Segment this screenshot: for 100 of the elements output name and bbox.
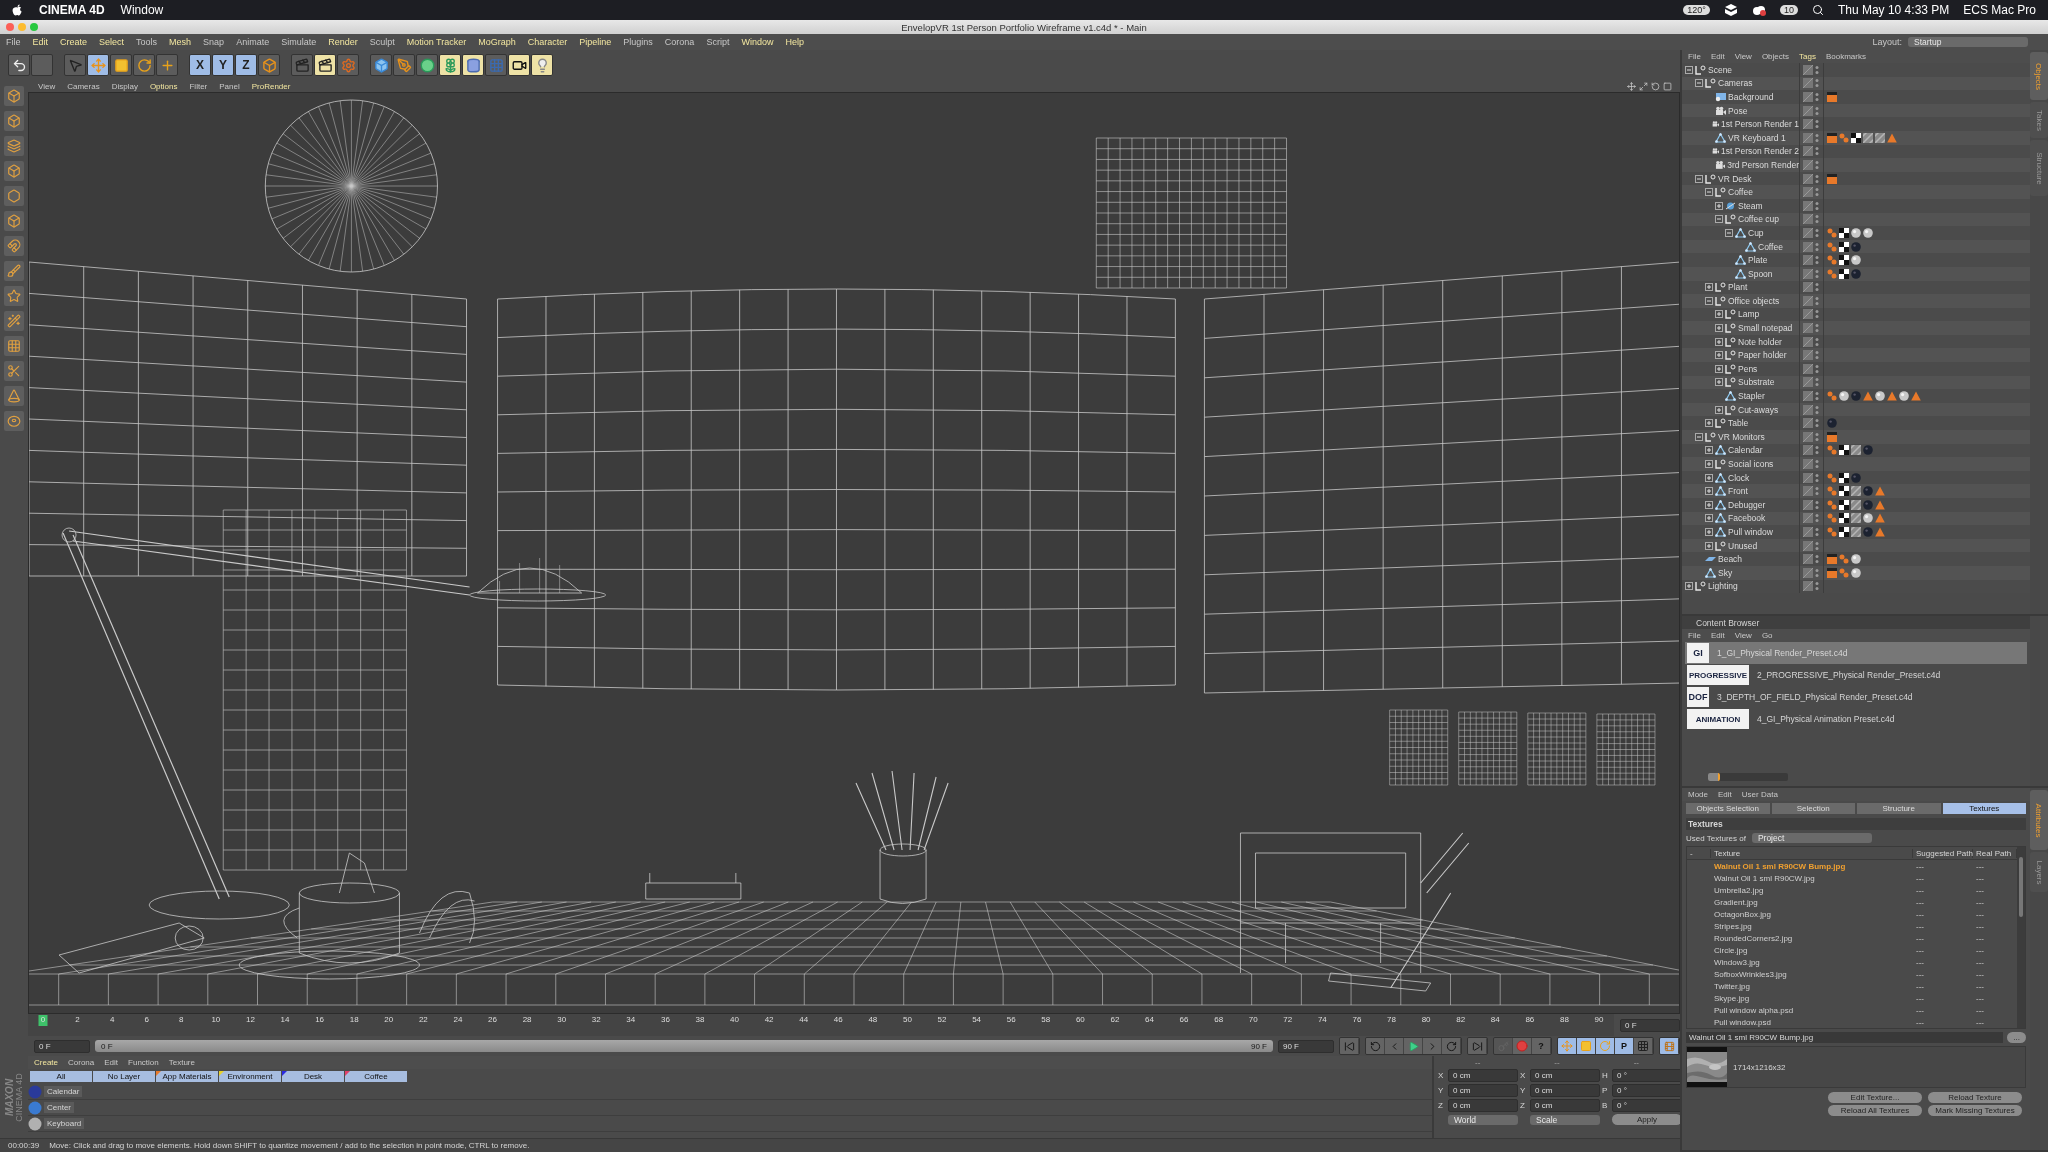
visibility-dots-icon[interactable] [1815,241,1819,252]
cube-tool[interactable] [4,211,24,231]
apply-button[interactable]: Apply [1612,1114,1682,1125]
attribute-tab[interactable]: Selection [1771,803,1855,814]
visibility-dots-icon[interactable] [1815,499,1819,510]
object-name[interactable]: Lighting [1708,581,1738,592]
scissors-tool[interactable] [4,361,24,381]
object-name[interactable]: Coffee [1758,241,1783,252]
material-swatch[interactable] [28,1084,42,1099]
layer-icon[interactable] [1803,241,1813,252]
object-name[interactable]: Table [1728,418,1749,429]
visibility-dots-icon[interactable] [1815,336,1819,347]
collapse-icon[interactable] [1725,228,1733,237]
layer-icon[interactable] [1803,227,1813,238]
object-name[interactable]: Substrate [1738,377,1775,388]
space-dropdown[interactable]: World [1448,1114,1518,1125]
layers-tool[interactable] [4,136,24,156]
texture-button[interactable]: Mark Missing Textures [1928,1105,2022,1116]
file-path-field[interactable]: Walnut Oil 1 sml R90CW Bump.jpg [1686,1032,2004,1043]
menu-item[interactable]: View [38,81,56,91]
timeline-ruler[interactable]: 0 2 4 6 8 10 12 14 16 18 20 22 24 26 28 30 32 34 36 38 40 42 44 46 48 50 52 54 56 58 60 62 64 66 68 70 72 74 76 78 80 82 84 86 88 90 [28,1014,1614,1036]
apple-logo-icon[interactable] [12,3,23,17]
search-icon[interactable] [1811,4,1824,16]
layer-filter-tab[interactable]: Coffee [345,1071,407,1082]
scale-mode-button[interactable] [1577,1038,1596,1054]
layer-icon[interactable] [1803,173,1813,184]
layer-filter-tab[interactable]: Desk [282,1071,344,1082]
object-name[interactable]: VR Desk [1718,173,1752,184]
side-tab[interactable]: Attributes [2030,790,2048,850]
texture-name[interactable]: SofboxWrinkles3.jpg [1711,969,1913,979]
expand-icon[interactable] [1715,378,1723,387]
visibility-dots-icon[interactable] [1815,377,1819,388]
object-name[interactable]: 1st Person Render 1 [1721,119,1799,130]
record-button[interactable] [1513,1038,1532,1054]
visibility-dots-icon[interactable] [1815,391,1819,402]
torus-tool[interactable] [4,411,24,431]
menu-item[interactable]: Window [741,37,774,47]
layer-icon[interactable] [1803,486,1813,497]
visibility-dots-icon[interactable] [1815,527,1819,537]
material-swatch[interactable] [28,1116,42,1131]
preset-item[interactable]: PROGRESSIVE 2_PROGRESSIVE_Physical Render_Preset.c4d [1685,664,2027,686]
layer-icon[interactable] [1803,159,1813,170]
object-name[interactable]: Cameras [1718,78,1753,89]
object-name[interactable]: Small notepad [1738,323,1793,334]
parameter-mode-button[interactable]: P [1615,1038,1634,1054]
menu-item[interactable]: Function [128,1058,159,1067]
expand-icon[interactable] [1715,364,1723,373]
collapse-icon[interactable] [1685,65,1693,74]
cloud-icon[interactable] [1751,4,1766,16]
visibility-dots-icon[interactable] [1815,295,1819,306]
last-frame-button[interactable] [1468,1038,1487,1054]
menu-item[interactable]: Corona [664,37,695,47]
layer-icon[interactable] [1803,581,1813,592]
menu-item[interactable]: Display [111,81,138,91]
menu-item[interactable]: Mode [1688,790,1708,799]
camera-button[interactable] [508,54,530,76]
visibility-dots-icon[interactable] [1815,459,1819,469]
layer-icon[interactable] [1803,377,1813,388]
object-name[interactable]: 3rd Person Render [1727,159,1799,170]
deformer-button[interactable] [462,54,484,76]
previous-key-button[interactable] [1366,1038,1385,1054]
add-button[interactable] [156,54,178,76]
layer-icon[interactable] [1803,445,1813,456]
visibility-dots-icon[interactable] [1815,581,1819,592]
zoom-icon[interactable] [1639,81,1648,91]
collapse-icon[interactable] [1695,174,1703,183]
axis-button[interactable]: Y [212,54,234,76]
object-name[interactable]: Pull window [1728,527,1773,537]
collapse-icon[interactable] [1695,79,1703,88]
menu-item[interactable]: Motion Tracker [406,37,467,47]
visibility-dots-icon[interactable] [1815,227,1819,238]
layer-icon[interactable] [1803,64,1813,75]
layer-icon[interactable] [1803,295,1813,306]
expand-icon[interactable] [1705,514,1713,523]
expand-icon[interactable] [1715,324,1723,333]
layer-icon[interactable] [1803,214,1813,225]
menu-item[interactable]: ProRender [251,81,291,91]
render-button[interactable] [314,54,336,76]
object-name[interactable]: Background [1728,92,1774,102]
menu-item[interactable]: Edit [1718,790,1732,799]
column-header[interactable]: Texture [1711,848,1913,858]
layer-filter-tab[interactable]: All [30,1071,92,1082]
attribute-tab[interactable]: Structure [1857,803,1941,814]
object-name[interactable]: Scene [1708,64,1733,75]
attribute-tab[interactable]: Textures [1942,803,2026,814]
coordinate-field[interactable]: 0 cm [1448,1099,1518,1112]
coords-button[interactable] [258,54,280,76]
expand-icon[interactable] [1705,446,1713,455]
layer-icon[interactable] [1803,187,1813,198]
texture-name[interactable]: Umbrella2.jpg [1711,885,1913,895]
texture-button[interactable]: Reload Texture [1928,1092,2022,1103]
object-name[interactable]: Cup [1748,227,1764,238]
layer-icon[interactable] [1803,255,1813,266]
visibility-dots-icon[interactable] [1815,363,1819,374]
maximize-icon[interactable] [1663,81,1672,91]
menu-item[interactable]: Cameras [67,81,100,91]
layout-dropdown[interactable]: Startup [1908,37,2028,47]
current-frame-field[interactable]: 0 F [1620,1018,1680,1032]
object-name[interactable]: Calendar [1728,445,1763,456]
menu-item[interactable]: Edit [32,37,49,47]
